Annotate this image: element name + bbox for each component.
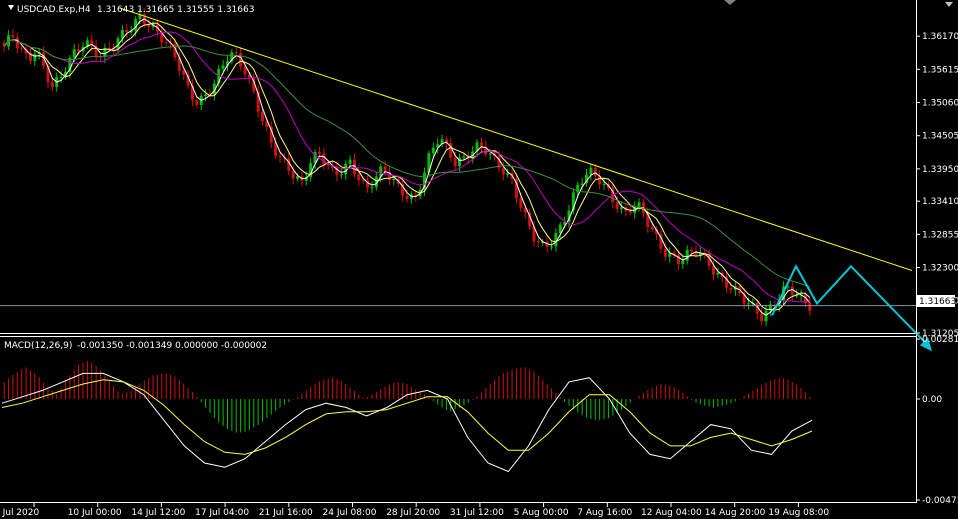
time-tick-label: 28 Jul 20:00 [386,508,440,518]
price-tick-label: 1.32855 [922,230,958,240]
candle-body [339,174,343,176]
trading-chart[interactable]: 1.36170 1.35615 1.35060 1.34505 1.33950 1.334… [0,0,958,519]
candle-body [628,210,632,213]
candle-body [650,227,654,230]
time-tick-label: 17 Jul 04:00 [195,508,249,518]
candle-body [519,198,523,208]
candle-body [405,195,409,199]
time-tick-label: 31 Jul 12:00 [450,508,504,518]
candle-body [690,249,694,251]
candle-body [536,241,540,243]
candle-body [602,184,606,186]
candle-body [317,151,321,154]
candle-body [50,82,54,87]
candle-body [808,303,812,311]
price-marker: 1.31663 [917,295,956,307]
candle-body [357,173,361,181]
candle-body [479,142,483,147]
time-tick-label: 10 Jul 00:00 [68,508,122,518]
candle-body [195,100,199,105]
candle-body [33,53,37,61]
candle-body [182,70,186,75]
candle-body [589,167,593,175]
candle-body [134,19,138,31]
ohlc-readout: 1.31643 1.31665 1.31555 1.31663 [97,5,254,15]
time-tick-label: 19 Aug 08:00 [768,508,829,518]
candle-body [20,48,24,50]
candle-body [716,272,720,275]
candle-body [501,168,505,175]
time-tick-label: 5 Aug 00:00 [514,508,569,518]
candle-body [462,156,466,158]
candle-body [431,147,435,154]
candle-body [221,65,225,69]
candle-body [234,52,238,54]
time-tick-label: 14 Aug 20:00 [705,508,766,518]
indicator-values: -0.001350 -0.001349 0.000000 -0.000002 [77,341,267,351]
macd-tick-label: 0.002812 [922,335,958,345]
macd-tick-label: 0.00 [922,395,942,405]
macd-tick-label: -0.004736 [922,496,958,506]
candle-body [72,49,76,58]
candle-body [615,202,619,209]
symbol-title: USDCAD.Exp,H4 [17,5,91,15]
candle-body [681,260,685,265]
indicator-title: MACD(12,26,9) [4,341,72,351]
time-tick-label: 24 Jul 08:00 [323,508,377,518]
price-marker-text: 1.31663 [919,297,956,307]
candle-body [620,207,624,209]
candle-body [488,153,492,155]
price-tick-label: 1.33410 [922,197,958,207]
candle-body [291,170,295,179]
price-tick-label: 1.36170 [922,32,958,42]
candle-body [125,29,129,33]
candle-body [711,266,715,275]
candle-body [729,287,733,290]
price-tick-label: 1.33950 [922,165,958,175]
candle-body [663,248,667,257]
candle-body [164,42,168,44]
time-tick-label: 7 Jul 2020 [0,508,39,518]
candle-body [760,313,764,322]
candle-body [278,156,282,158]
time-tick-label: 12 Aug 04:00 [641,508,702,518]
candle-body [261,111,265,122]
candle-body [77,49,81,52]
time-tick-label: 7 Aug 16:00 [577,508,632,518]
candle-body [370,187,374,189]
candle-body [59,77,63,79]
candle-body [453,157,457,166]
candle-body [11,35,15,38]
price-tick-label: 1.35615 [922,65,958,75]
candle-body [392,179,396,181]
candle-body [790,286,794,296]
price-tick-label: 1.32300 [922,264,958,274]
candle-body [764,310,768,322]
candle-body [107,47,111,49]
candle-body [593,167,597,176]
candle-body [204,94,208,97]
candle-body [361,180,365,182]
candle-body [549,246,553,248]
candle-body [348,159,352,164]
time-tick-label: 14 Jul 12:00 [131,508,185,518]
price-tick-label: 1.34505 [922,132,958,142]
candle-body [747,303,751,305]
price-tick-label: 1.35060 [922,99,958,109]
time-tick-label: 21 Jul 16:00 [259,508,313,518]
candle-body [15,37,19,49]
candle-body [322,153,326,165]
chart-background [0,0,958,519]
